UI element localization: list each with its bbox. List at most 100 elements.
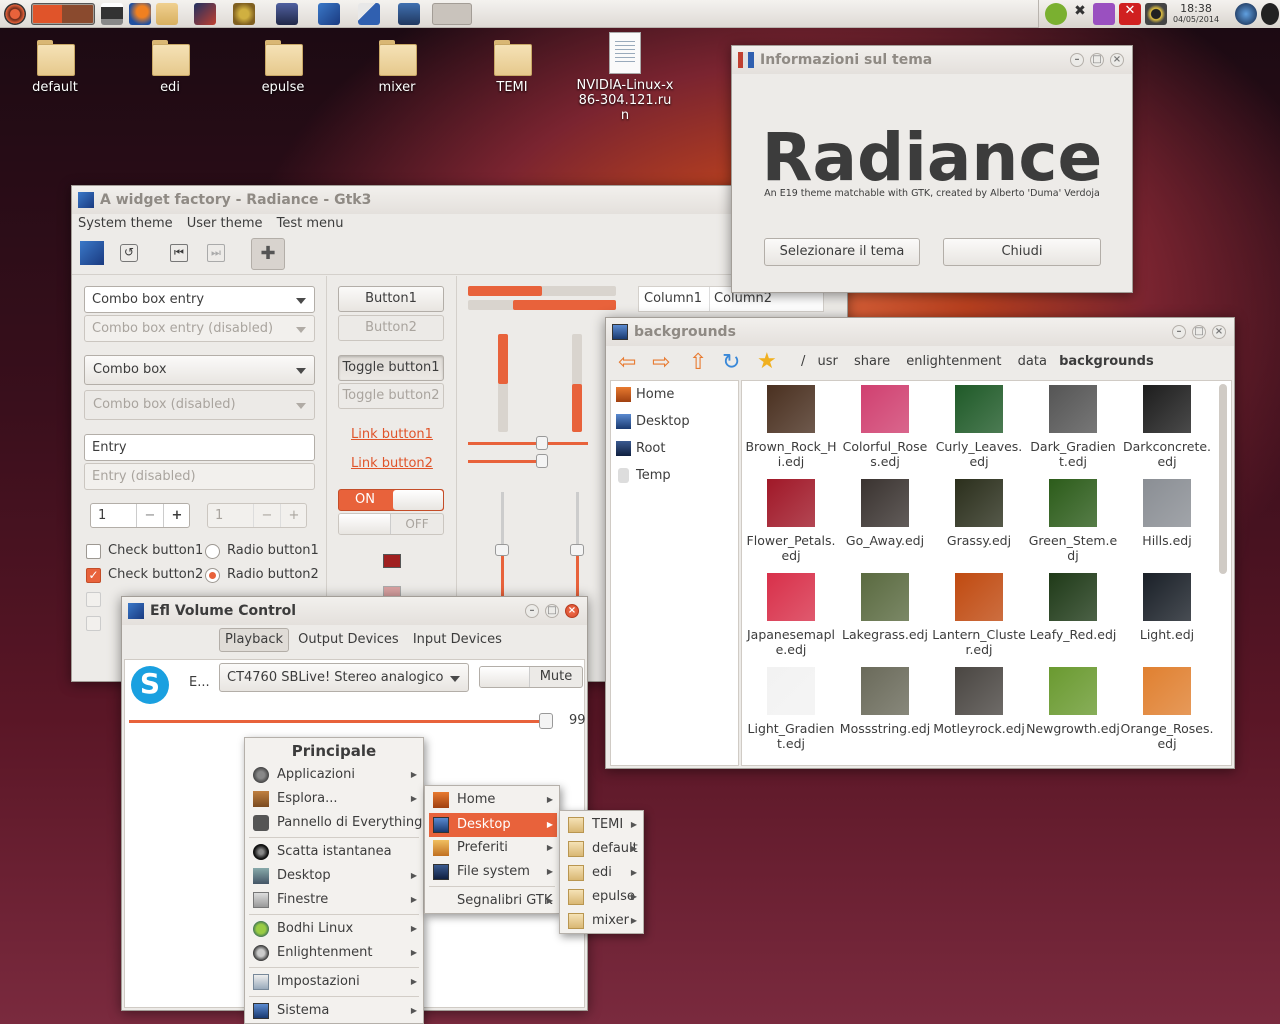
file-item[interactable]: Darkconcrete.edj <box>1120 385 1214 477</box>
check-button1[interactable] <box>86 544 101 559</box>
window-titlebar[interactable]: Efl Volume Control – □ × <box>122 597 587 625</box>
desktop-icon-epulse[interactable]: epulse <box>233 36 333 95</box>
radio-button2[interactable] <box>205 568 220 583</box>
button1[interactable]: Button1 <box>338 286 444 312</box>
file-item[interactable]: Green_Stem.edj <box>1026 479 1120 571</box>
file-item[interactable]: Curly_Leaves.edj <box>932 385 1026 477</box>
menu-item-pannello[interactable]: Pannello di Everything <box>249 811 422 835</box>
goto-last-icon[interactable]: ⏭ <box>207 244 225 262</box>
place-desktop[interactable]: Desktop <box>616 414 690 436</box>
path-enlightenment[interactable]: enlightenment <box>906 354 1001 369</box>
path-data[interactable]: data <box>1018 354 1047 369</box>
file-item[interactable]: Orange_Roses.edj <box>1120 667 1214 759</box>
window-titlebar[interactable]: backgrounds – □ × <box>606 318 1234 346</box>
start-menu-icon[interactable] <box>4 3 26 25</box>
window-icon[interactable] <box>398 3 420 25</box>
menu-item-impostazioni[interactable]: Impostazioni ▶ <box>249 970 421 994</box>
check-icon[interactable] <box>1045 3 1067 25</box>
menu-item-enlightenment[interactable]: Enlightenment ▶ <box>249 941 421 965</box>
minimize-icon[interactable]: – <box>1172 325 1186 339</box>
forward-icon[interactable]: ⇨ <box>652 350 670 375</box>
submenu-item-filesystem[interactable]: File system ▶ <box>429 860 557 884</box>
file-item[interactable]: Flower_Petals.edj <box>744 479 838 571</box>
maximize-icon[interactable]: □ <box>1192 325 1206 339</box>
slider[interactable] <box>468 442 588 445</box>
desktop-icon-mixer[interactable]: mixer <box>347 36 447 95</box>
chat-icon[interactable] <box>1093 3 1115 25</box>
close-icon[interactable]: × <box>565 604 579 618</box>
tab-playback[interactable]: Playback <box>219 628 290 652</box>
switch-knob[interactable] <box>480 667 530 687</box>
browser-icon[interactable] <box>129 3 151 25</box>
disk-icon[interactable] <box>1145 3 1167 25</box>
file-item[interactable]: Leafy_Red.edj <box>1026 573 1120 665</box>
tab-input-devices[interactable]: Input Devices <box>408 629 507 651</box>
alert-icon[interactable]: ✕ <box>1119 3 1141 25</box>
place-root[interactable]: Root <box>616 441 665 463</box>
slider-handle[interactable] <box>495 544 509 556</box>
path-root[interactable]: / <box>801 354 805 369</box>
slider[interactable] <box>468 460 540 463</box>
slider-handle[interactable] <box>536 454 548 468</box>
file-item[interactable]: Grassy.edj <box>932 479 1026 571</box>
menu-item-desktop[interactable]: Desktop ▶ <box>249 864 421 888</box>
menu-item-scatta[interactable]: Scatta istantanea <box>249 840 421 864</box>
switch-on[interactable]: ON <box>338 489 444 511</box>
minus-icon[interactable]: − <box>136 504 163 527</box>
close-button[interactable]: Chiudi <box>943 238 1101 266</box>
mute-switch[interactable]: Mute <box>479 666 583 688</box>
toggle-button1[interactable]: Toggle button1 <box>338 355 444 381</box>
file-item[interactable]: Colorful_Roses.edj <box>838 385 932 477</box>
plus-icon[interactable]: + <box>163 504 190 527</box>
refresh-icon[interactable]: ↻ <box>722 350 740 375</box>
switch-knob[interactable] <box>393 490 443 510</box>
submenu-item-segnalibri[interactable]: Segnalibri GTK ▶ <box>429 889 557 913</box>
file-item[interactable]: Japanesemaple.edj <box>744 573 838 665</box>
app-icon[interactable] <box>233 3 255 25</box>
goto-first-icon[interactable]: ⏮ <box>170 244 188 262</box>
file-item[interactable]: Hills.edj <box>1120 479 1214 571</box>
device-select[interactable]: CT4760 SBLive! Stereo analogico <box>219 663 469 692</box>
tab-output-devices[interactable]: Output Devices <box>293 629 404 651</box>
path-share[interactable]: share <box>854 354 890 369</box>
menu-item-esplora[interactable]: Esplora... ▶ <box>249 787 421 811</box>
window-icon[interactable] <box>276 3 298 25</box>
tools-icon[interactable]: ✖ <box>1069 3 1091 25</box>
menu-user-theme[interactable]: User theme <box>187 216 263 231</box>
submenu-item-home[interactable]: Home ▶ <box>429 788 557 812</box>
file-item[interactable]: Go_Away.edj <box>838 479 932 571</box>
spin-button[interactable]: 1 − + <box>90 503 190 528</box>
power-icon[interactable] <box>1261 3 1279 25</box>
select-theme-button[interactable]: Selezionare il tema <box>764 238 920 266</box>
file-item[interactable]: Lakegrass.edj <box>838 573 932 665</box>
favorites-icon[interactable]: ★ <box>757 349 777 374</box>
desktop-icon-edi[interactable]: edi <box>120 36 220 95</box>
minimize-icon[interactable]: – <box>525 604 539 618</box>
column1-header[interactable]: Column1 <box>644 291 702 306</box>
radio-button1[interactable] <box>205 544 220 559</box>
menu-system-theme[interactable]: System theme <box>78 216 173 231</box>
submenu-item-default[interactable]: default ▶ <box>564 837 641 861</box>
file-item[interactable]: Brown_Rock_Hi.edj <box>744 385 838 477</box>
combo-box[interactable]: Combo box <box>84 355 315 385</box>
terminal-icon[interactable] <box>101 3 123 25</box>
window-icon[interactable] <box>432 3 472 25</box>
volume-slider[interactable] <box>129 720 549 723</box>
path-backgrounds[interactable]: backgrounds <box>1059 354 1154 369</box>
file-item[interactable]: Light_Gradient.edj <box>744 667 838 759</box>
close-icon[interactable]: × <box>1212 325 1226 339</box>
place-home[interactable]: Home <box>616 387 674 409</box>
file-manager-icon[interactable] <box>156 3 178 25</box>
chevron-down-icon[interactable] <box>296 297 306 304</box>
pager-icon[interactable] <box>31 3 95 25</box>
minimize-icon[interactable]: – <box>1070 53 1084 67</box>
desktop-icon-default[interactable]: default <box>5 36 105 95</box>
menu-item-applicazioni[interactable]: Applicazioni ▶ <box>249 763 421 787</box>
window-icon[interactable] <box>318 3 340 25</box>
slider-handle[interactable] <box>570 544 584 556</box>
file-item[interactable]: Light.edj <box>1120 573 1214 665</box>
file-item[interactable]: Newgrowth.edj <box>1026 667 1120 759</box>
scrollbar[interactable] <box>1219 384 1227 574</box>
path-usr[interactable]: usr <box>818 354 838 369</box>
submenu-item-epulse[interactable]: epulse ▶ <box>564 885 641 909</box>
